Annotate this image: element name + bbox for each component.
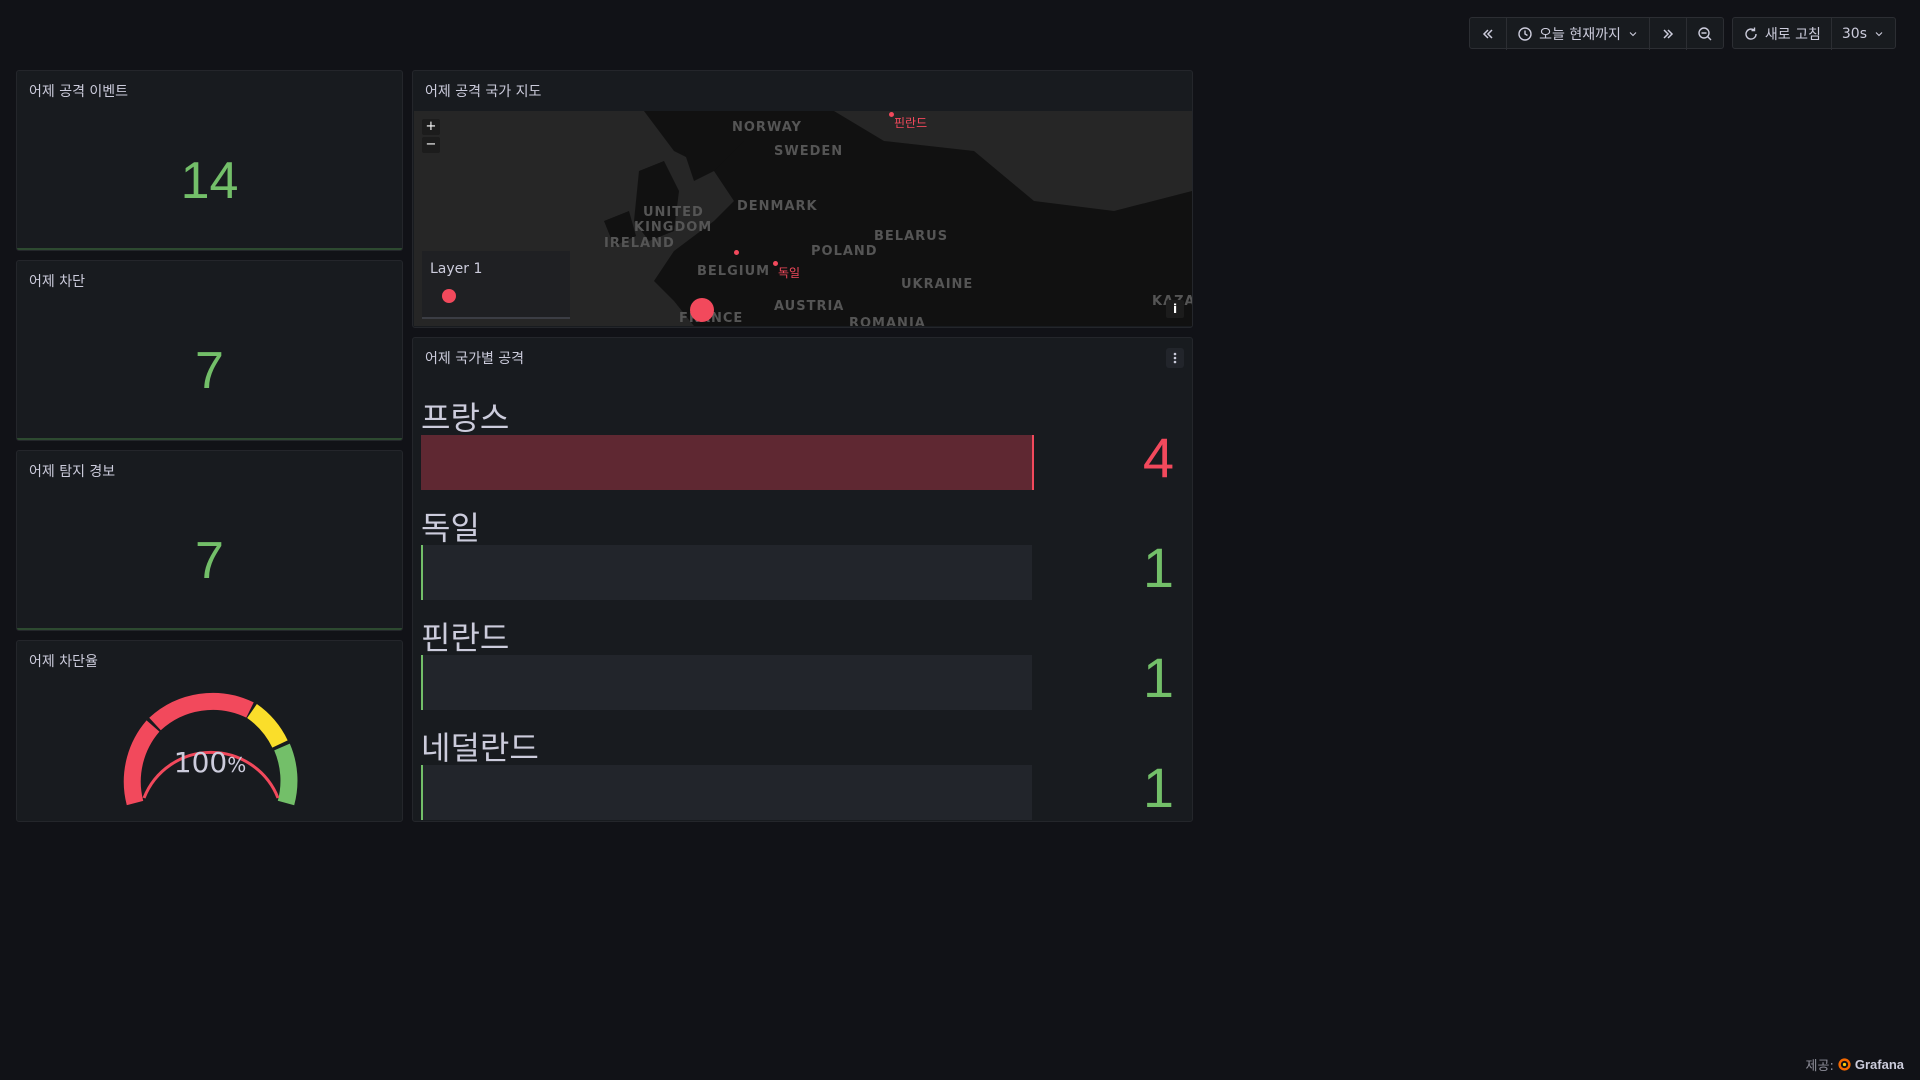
refresh-button[interactable]: 새로 고침	[1733, 18, 1832, 50]
map-label-sweden: SWEDEN	[774, 144, 844, 159]
dashboard-toolbar: 오늘 현재까지 새로 고침 30s	[1469, 17, 1896, 50]
panel-title: 어제 공격 이벤트	[29, 84, 129, 100]
gauge-panel-block-rate[interactable]: 어제 차단율 100%	[16, 640, 403, 822]
panel-underline	[17, 628, 402, 630]
panel-title: 어제 차단율	[29, 654, 98, 670]
bar-track	[421, 765, 1032, 820]
geomap[interactable]: NORWAY SWEDEN UNITED KINGDOM IRELAND DEN…	[414, 111, 1192, 326]
map-label-united: UNITED	[643, 205, 704, 220]
block-rate-gauge: 100%	[123, 692, 298, 806]
refresh-interval-label: 30s	[1841, 26, 1867, 42]
chevron-down-icon	[1629, 32, 1637, 37]
map-marker-label-finland: 핀란드	[894, 116, 928, 130]
bar-track	[421, 545, 1032, 600]
time-shift-forward-button[interactable]	[1650, 18, 1687, 50]
chevrons-right-icon	[1663, 29, 1673, 39]
panel-title: 어제 공격 국가 지도	[425, 84, 542, 100]
panel-title: 어제 국가별 공격	[425, 351, 525, 367]
chevron-down-icon	[1875, 32, 1883, 37]
map-marker-france[interactable]	[690, 298, 714, 322]
bar-track	[421, 435, 1034, 490]
stat-value: 7	[195, 342, 224, 400]
svg-text:100%: 100%	[174, 746, 246, 779]
stat-panel-blocked[interactable]: 어제 차단 7	[16, 260, 403, 441]
bar-label: 독일	[421, 509, 480, 547]
panel-underline	[17, 248, 402, 250]
map-label-belarus: BELARUS	[874, 229, 949, 244]
zoom-out-icon	[1698, 27, 1712, 41]
time-range-picker[interactable]: 오늘 현재까지	[1507, 18, 1650, 50]
bar-label: 네덜란드	[421, 729, 539, 767]
time-range-label: 오늘 현재까지	[1539, 27, 1621, 43]
bar-gauge-panel-attacks-by-country[interactable]: 어제 국가별 공격 프랑스 4 독일 1 핀란드 1 네덜란드 1	[412, 337, 1193, 822]
bar-value: 1	[1142, 756, 1174, 819]
refresh-interval-picker[interactable]: 30s	[1832, 18, 1895, 50]
legend-marker-icon	[442, 289, 456, 303]
map-label-kingdom: KINGDOM	[634, 220, 713, 235]
refresh-icon	[1745, 27, 1757, 40]
clock-icon	[1518, 27, 1532, 41]
chevrons-left-icon	[1483, 29, 1493, 39]
legend-title: Layer 1	[430, 261, 483, 277]
gauge-unit: %	[227, 753, 246, 777]
zoom-out-time-button[interactable]	[1687, 18, 1723, 50]
map-panel-attack-countries[interactable]: 어제 공격 국가 지도 NORWAY SWEDEN UNITED KINGDOM…	[412, 70, 1193, 328]
map-label-denmark: DENMARK	[737, 199, 818, 214]
panel-title: 어제 차단	[29, 274, 85, 290]
map-label-romania: ROMANIA	[849, 316, 926, 326]
bar-value: 4	[1142, 426, 1174, 489]
refresh-label: 새로 고침	[1764, 27, 1821, 43]
map-attribution-button[interactable]: i	[1166, 300, 1184, 318]
refresh-controls: 새로 고침 30s	[1731, 17, 1896, 50]
zoom-out-button[interactable]: −	[422, 137, 440, 153]
time-controls: 오늘 현재까지	[1469, 17, 1724, 50]
footer: 제공: Grafana	[1806, 1055, 1904, 1074]
bar-label: 프랑스	[421, 399, 510, 437]
map-legend: Layer 1	[422, 251, 570, 319]
footer-prefix: 제공:	[1805, 1059, 1834, 1074]
map-label-austria: AUSTRIA	[774, 299, 845, 314]
bar-value: 1	[1142, 646, 1174, 709]
panel-menu-button[interactable]	[1166, 348, 1184, 368]
gauge-value: 100	[174, 746, 227, 779]
panel-title: 어제 탐지 경보	[29, 464, 116, 480]
bar-track	[421, 655, 1032, 710]
stat-panel-attack-events[interactable]: 어제 공격 이벤트 14	[16, 70, 403, 251]
map-label-ireland: IRELAND	[604, 236, 675, 251]
map-marker-netherlands[interactable]	[734, 250, 739, 255]
grafana-logo-icon	[1838, 1058, 1851, 1071]
kebab-menu-icon	[1173, 352, 1177, 364]
time-shift-back-button[interactable]	[1470, 18, 1508, 50]
bar-value: 1	[1142, 536, 1174, 599]
map-label-poland: POLAND	[811, 244, 878, 259]
map-label-ukraine: UKRAINE	[901, 277, 974, 292]
map-zoom-control: + −	[422, 119, 440, 153]
map-label-norway: NORWAY	[732, 120, 802, 135]
footer-brand[interactable]: Grafana	[1855, 1057, 1904, 1072]
stat-value: 14	[180, 152, 239, 210]
panel-underline	[17, 438, 402, 440]
map-label-belgium: BELGIUM	[697, 264, 771, 279]
stat-panel-detection-alerts[interactable]: 어제 탐지 경보 7	[16, 450, 403, 631]
zoom-in-button[interactable]: +	[422, 119, 440, 135]
bar-label: 핀란드	[421, 619, 510, 657]
stat-value: 7	[195, 532, 224, 590]
map-marker-label-germany: 독일	[778, 266, 801, 280]
bar-fill	[421, 435, 1034, 490]
